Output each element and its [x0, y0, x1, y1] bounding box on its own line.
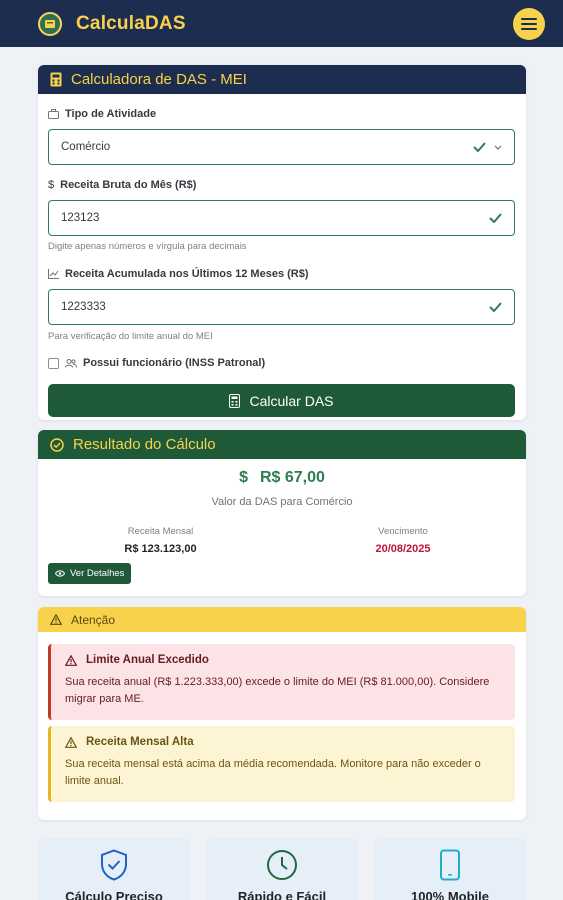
feature-title: Cálculo Preciso: [65, 889, 163, 900]
activity-value: Comércio: [61, 141, 111, 153]
valid-check-icon: [473, 142, 486, 152]
accumulated-input[interactable]: 1223333: [48, 289, 515, 325]
clock-icon: [267, 850, 297, 880]
calculate-button-label: Calcular DAS: [249, 392, 334, 409]
feature-title: 100% Mobile: [410, 889, 490, 900]
dollar-icon: $: [48, 179, 55, 191]
menu-button[interactable]: [513, 7, 545, 40]
result-header: Resultado do Cálculo: [38, 430, 526, 459]
alert-title: Receita Mensal Alta: [65, 736, 503, 748]
details-button[interactable]: Ver Detalhes: [48, 563, 132, 584]
app-title: CalculaDAS: [76, 12, 186, 34]
result-subtitle: Valor da DAS para Comércio: [211, 496, 353, 508]
shield-check-icon: [101, 849, 127, 881]
app-header: CalculaDAS: [0, 0, 563, 47]
check-circle-icon: [50, 437, 64, 452]
employee-checkbox[interactable]: [48, 357, 59, 369]
details-button-label: Ver Detalhes: [70, 568, 125, 579]
employee-label: Possui funcionário (INSS Patronal): [83, 357, 266, 369]
activity-select[interactable]: Comércio: [48, 129, 515, 165]
accumulated-label: Receita Acumulada nos Últimos 12 Meses (…: [48, 268, 309, 280]
calculator-card: Calculadora de DAS - MEI Tipo de Ativida…: [38, 65, 526, 420]
warning-icon: [65, 736, 77, 748]
activity-label: Tipo de Atividade: [48, 108, 156, 120]
revenue-help: Digite apenas números e vírgula para dec…: [48, 241, 247, 252]
warning-icon: [50, 614, 62, 625]
currency-icon: $: [239, 469, 248, 486]
alert-high-revenue: Receita Mensal Alta Sua receita mensal e…: [48, 726, 515, 802]
due-block: Vencimento 20/08/2025: [323, 526, 483, 555]
result-card: Resultado do Cálculo $ R$ 67,00 Valor da …: [38, 430, 526, 596]
alert-body: Sua receita anual (R$ 1.223.333,00) exce…: [65, 676, 490, 705]
chevron-down-icon: [494, 145, 502, 150]
mobile-icon: [440, 849, 460, 881]
eye-icon: [55, 570, 65, 577]
chart-line-icon: [48, 269, 59, 279]
alert-title: Limite Anual Excedido: [65, 654, 503, 666]
app-logo-icon: [38, 11, 62, 36]
valid-check-icon: [489, 213, 502, 223]
revenue-label: $ Receita Bruta do Mês (R$): [48, 179, 197, 191]
feature-card-precise: Cálculo Preciso: [38, 838, 190, 900]
calculator-title: Calculadora de DAS - MEI: [71, 71, 247, 88]
due-value: 20/08/2025: [375, 543, 431, 555]
revenue-input[interactable]: 123123: [48, 200, 515, 236]
attention-card: Atenção Limite Anual Excedido Sua receit…: [38, 607, 526, 820]
result-amount: R$ 67,00: [259, 469, 325, 486]
monthly-label: Receita Mensal: [127, 526, 194, 537]
hamburger-icon: [521, 17, 537, 30]
due-label: Vencimento: [378, 526, 428, 537]
alert-body: Sua receita mensal está acima da média r…: [65, 758, 481, 787]
employee-row: Possui funcionário (INSS Patronal): [48, 357, 265, 369]
attention-header: Atenção: [38, 607, 526, 632]
attention-title: Atenção: [71, 612, 116, 627]
feature-card-mobile: 100% Mobile: [374, 838, 526, 900]
valid-check-icon: [489, 302, 502, 312]
calculator-icon: [50, 72, 62, 87]
users-icon: [65, 358, 77, 368]
accumulated-help: Para verificação do limite anual do MEI: [48, 331, 213, 342]
monthly-block: Receita Mensal R$ 123.123,00: [78, 526, 243, 555]
alert-limit-exceeded: Limite Anual Excedido Sua receita anual …: [48, 644, 515, 720]
warning-icon: [65, 654, 77, 666]
revenue-value: 123123: [61, 212, 100, 224]
monthly-value: R$ 123.123,00: [124, 543, 197, 555]
briefcase-icon: [48, 109, 59, 119]
result-title: Resultado do Cálculo: [73, 436, 216, 453]
accumulated-value: 1223333: [61, 301, 106, 313]
result-amount-row: $ R$ 67,00: [38, 469, 526, 487]
calculate-button[interactable]: Calcular DAS: [48, 384, 515, 417]
calculator-header: Calculadora de DAS - MEI: [38, 65, 526, 94]
feature-card-fast: Rápido e Fácil: [206, 838, 358, 900]
feature-title: Rápido e Fácil: [237, 889, 327, 900]
calculator-icon: [229, 393, 241, 408]
